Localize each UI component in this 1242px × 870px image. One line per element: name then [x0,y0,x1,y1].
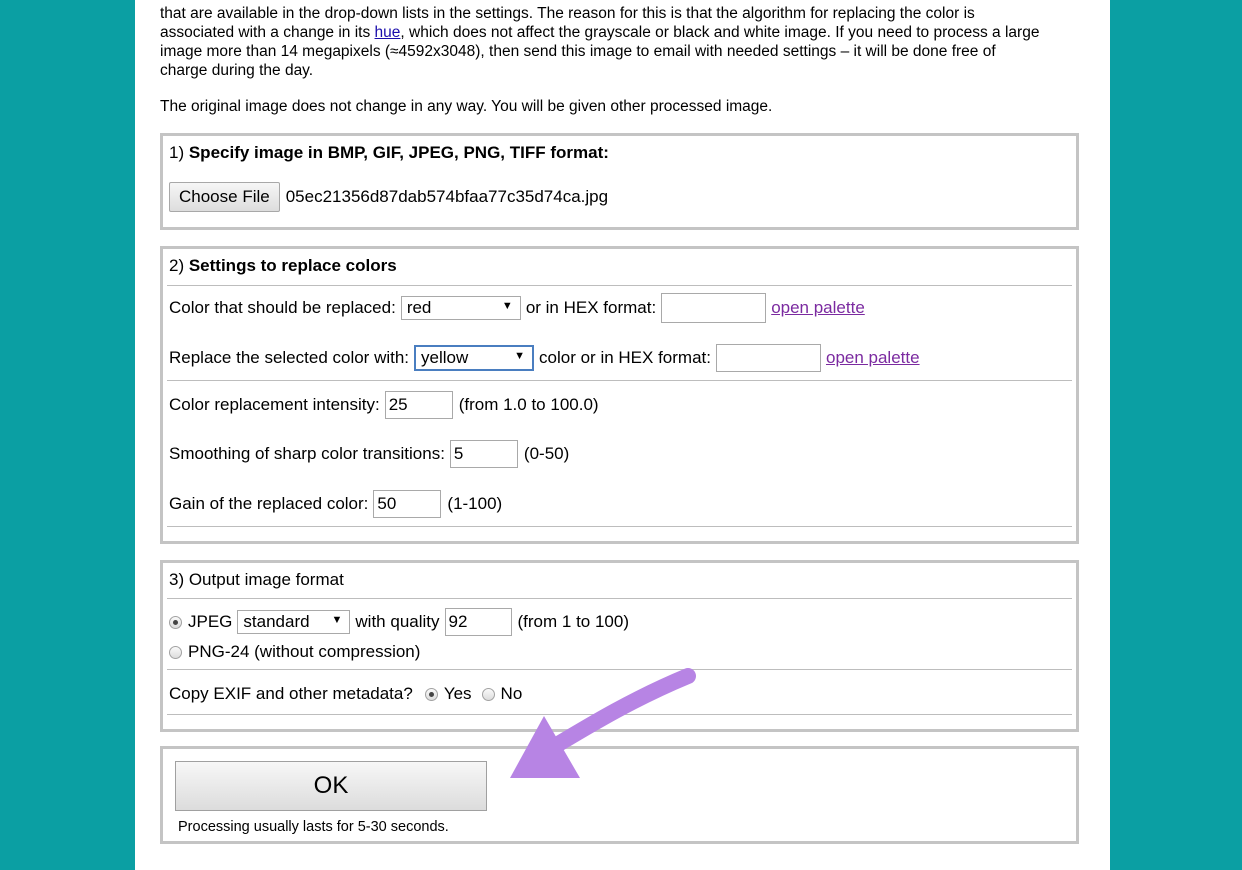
replace-hex-label: or in HEX format: [525,298,657,317]
section-upload: 1) Specify image in BMP, GIF, JPEG, PNG,… [160,133,1079,230]
replace-color-row: Color that should be replaced: red ▼ or … [169,293,865,323]
chevron-down-icon: ▼ [331,614,343,626]
open-palette-link-1[interactable]: open palette [771,298,865,318]
section-title-text: Specify image in BMP, GIF, JPEG, PNG, TI… [188,143,609,162]
divider [167,598,1072,599]
jpeg-radio[interactable] [169,615,182,629]
jpeg-mode-select[interactable]: standard ▼ [237,610,351,634]
exif-no-label: No [500,684,523,703]
file-name: 05ec21356d87dab574bfaa77c35d74ca.jpg [285,187,609,206]
chevron-down-icon: ▼ [514,350,526,362]
intensity-row: Color replacement intensity: 25 (from 1.… [169,390,599,420]
smoothing-input[interactable]: 5 [449,440,518,468]
section-submit: OK Processing usually lasts for 5-30 sec… [160,746,1079,844]
jpeg-row: JPEG standard ▼ with quality 92 (from 1 … [169,607,629,637]
section-number: 1) [169,143,189,162]
chevron-down-icon: ▼ [501,300,513,312]
section-replace-title: 2) Settings to replace colors [169,256,397,276]
intro-line-3: image more than 14 megapixels (≈4592x304… [160,43,996,60]
smoothing-label: Smoothing of sharp color transitions: [169,444,445,463]
intro-line-1: that are available in the drop-down list… [160,5,975,22]
divider [167,285,1072,286]
exif-yes-radio[interactable] [424,687,438,701]
section-upload-title: 1) Specify image in BMP, GIF, JPEG, PNG,… [169,143,609,163]
replace-color-select[interactable]: red ▼ [400,296,521,320]
gain-label: Gain of the replaced color: [169,494,369,513]
divider [167,380,1072,381]
intro-line-2b: , which does not affect the grayscale or… [400,24,1040,41]
content-panel: that are available in the drop-down list… [135,0,1110,870]
replace-color-value: red [406,298,432,317]
jpeg-label: JPEG [188,612,233,631]
choose-file-button[interactable]: Choose File [169,182,280,212]
gain-row: Gain of the replaced color: 50 (1-100) [169,489,502,519]
divider [167,669,1072,670]
section-output-title: 3) Output image format [169,570,344,589]
file-row: Choose File 05ec21356d87dab574bfaa77c35d… [169,182,608,212]
quality-range: (from 1 to 100) [517,612,630,631]
quality-label: with quality [355,612,440,631]
hue-link[interactable]: hue [375,24,401,41]
with-hex-input[interactable] [715,344,821,372]
divider [167,526,1072,527]
ok-button[interactable]: OK [175,761,487,811]
section-replace-settings: 2) Settings to replace colors Color that… [160,246,1079,544]
intro-text: that are available in the drop-down list… [160,4,1090,80]
exif-row: Copy EXIF and other metadata? Yes No [169,681,522,707]
smoothing-range: (0-50) [523,444,570,463]
original-note: The original image does not change in an… [160,98,773,115]
section-number: 2) [169,256,189,275]
exif-label: Copy EXIF and other metadata? [169,684,413,703]
intro-line-4: charge during the day. [160,62,314,79]
png-radio[interactable] [169,645,182,659]
gain-range: (1-100) [447,494,503,513]
quality-input[interactable]: 92 [444,608,512,636]
section-title-text: Settings to replace colors [188,256,397,275]
replace-with-row: Replace the selected color with: yellow … [169,343,920,373]
exif-yes-label: Yes [443,684,472,703]
replace-with-value: yellow [421,348,469,367]
replace-with-select[interactable]: yellow ▼ [414,345,535,371]
gain-input[interactable]: 50 [373,490,442,518]
intensity-input[interactable]: 25 [384,391,453,419]
replace-hex-input[interactable] [661,293,767,323]
intensity-label: Color replacement intensity: [169,395,380,414]
jpeg-mode-value: standard [243,612,310,631]
png-row: PNG-24 (without compression) [169,640,420,664]
exif-no-radio[interactable] [481,687,495,701]
smoothing-row: Smoothing of sharp color transitions: 5 … [169,439,569,469]
section-output-format: 3) Output image format JPEG standard ▼ w… [160,560,1079,732]
with-hex-label: color or in HEX format: [539,348,711,367]
replace-with-label: Replace the selected color with: [169,348,410,367]
png-label: PNG-24 (without compression) [188,642,421,661]
intensity-range: (from 1.0 to 100.0) [458,395,599,414]
divider [167,714,1072,715]
intro-line-2a: associated with a change in its [160,24,375,41]
open-palette-link-2[interactable]: open palette [826,348,920,368]
replace-color-label: Color that should be replaced: [169,298,396,317]
processing-note: Processing usually lasts for 5-30 second… [178,819,449,835]
